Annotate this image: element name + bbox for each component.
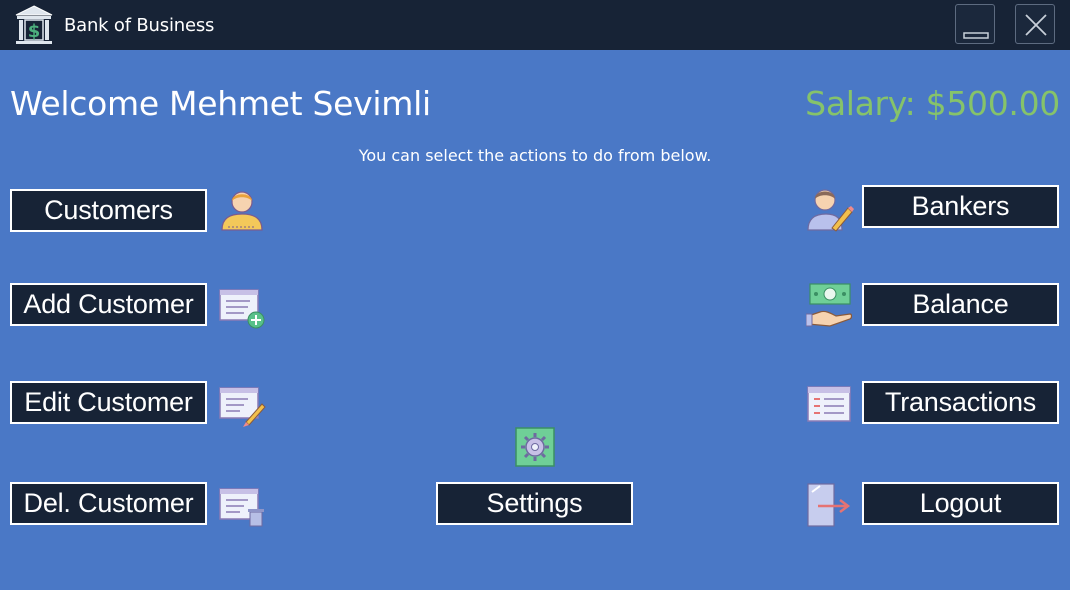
customer-avatar-icon — [218, 186, 266, 234]
minimize-button[interactable] — [955, 4, 995, 44]
bankers-button[interactable]: Bankers — [862, 185, 1059, 228]
money-hand-icon — [805, 282, 854, 330]
svg-text:$: $ — [28, 21, 41, 42]
logout-door-icon — [806, 482, 854, 530]
welcome-heading: Welcome Mehmet Sevimli — [10, 84, 431, 123]
instruction-text: You can select the actions to do from be… — [358, 146, 712, 165]
delete-list-icon — [218, 483, 266, 531]
edit-customer-button[interactable]: Edit Customer — [10, 381, 207, 424]
add-list-icon — [218, 284, 266, 332]
salary-label: Salary: $500.00 — [805, 84, 1060, 123]
customers-button[interactable]: Customers — [10, 189, 207, 232]
app-title: Bank of Business — [64, 15, 215, 36]
transactions-button[interactable]: Transactions — [862, 381, 1059, 424]
delete-customer-button[interactable]: Del. Customer — [10, 482, 207, 525]
settings-gear-icon — [514, 426, 556, 468]
transactions-list-icon — [806, 381, 854, 429]
add-customer-button[interactable]: Add Customer — [10, 283, 207, 326]
title-bar: $ Bank of Business — [0, 0, 1070, 50]
logout-button[interactable]: Logout — [862, 482, 1059, 525]
banker-edit-icon — [806, 184, 854, 232]
settings-button[interactable]: Settings — [436, 482, 633, 525]
close-button[interactable] — [1015, 4, 1055, 44]
balance-button[interactable]: Balance — [862, 283, 1059, 326]
edit-list-icon — [218, 382, 266, 430]
bank-dollar-icon: $ — [14, 4, 54, 46]
